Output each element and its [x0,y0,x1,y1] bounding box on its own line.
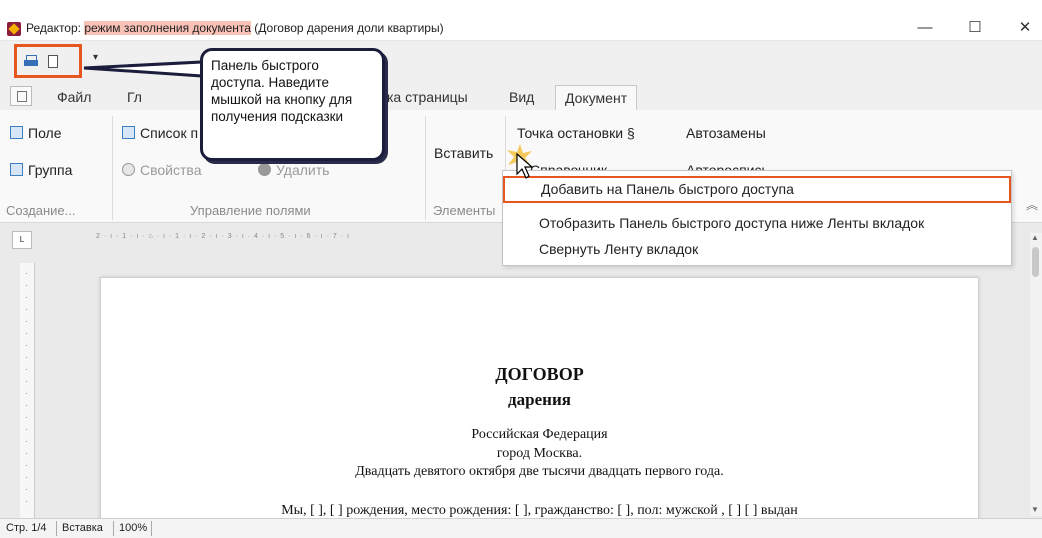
properties-button[interactable]: Свойства [122,162,201,178]
group-icon [10,163,23,176]
tab-home[interactable]: Гл [118,85,151,110]
callout-pointer [83,60,204,78]
group-separator [112,116,113,220]
breakpoint-button[interactable]: Точка остановки § [517,125,635,141]
ribbon-tabs: Файл Гл ка страницы Вид Документ [0,80,1042,112]
vertical-scrollbar[interactable]: ▲ ▼ [1030,233,1042,516]
minimize-button[interactable]: — [905,16,945,40]
tab-stop-selector[interactable]: L [12,231,32,249]
group-label-manage-fields: Управление полями [190,203,311,218]
group-button[interactable]: Группа [10,162,72,178]
document-area: L 2 · ı · 1 · ı · ⌂ · ı · 1 · ı · 2 · ı … [0,223,1042,524]
document-line: Двадцать девятого октября две тысячи два… [355,464,724,479]
tab-page-layout[interactable]: ка страницы [378,85,477,110]
document-line: Мы, [ ], [ ] рождения, место рождения: [… [281,503,798,518]
autoreplace-button[interactable]: Автозамены [686,125,766,141]
delete-icon [258,163,271,176]
status-mode[interactable]: Вставка [62,522,103,534]
app-menu-button[interactable] [10,86,32,106]
help-callout: Панель быстрого доступа. Наведите мышкой… [200,48,385,161]
document-line: город Москва. [496,446,583,461]
window-title: Редактор: режим заполнения документа (До… [26,21,444,35]
properties-label: Свойства [140,162,202,178]
tab-document[interactable]: Документ [555,85,638,112]
mouse-cursor-icon [507,144,533,179]
maximize-button[interactable]: ☐ [955,16,995,40]
menu-item-show-qat-below[interactable]: Отобразить Панель быстрого доступа ниже … [503,210,1011,236]
context-menu: Добавить на Панель быстрого доступа Отоб… [502,170,1012,266]
title-prefix: Редактор: [26,21,85,35]
group-label-elements: Элементы [433,203,496,218]
horizontal-ruler[interactable]: 2 · ı · 1 · ı · ⌂ · ı · 1 · ı · 2 · ı · … [96,233,506,249]
title-mode: режим заполнения документа [84,21,251,35]
scrollbar-thumb[interactable] [1032,247,1039,277]
field-icon [10,126,23,139]
group-label-create: Создание... [6,203,76,218]
delete-button[interactable]: Удалить [258,162,329,178]
vertical-ruler [20,263,35,518]
field-label: Поле [28,125,62,141]
document-line: Российская Федерация [471,427,608,442]
scroll-up-icon[interactable]: ▲ [1031,233,1039,242]
field-list-label: Список п [140,125,199,141]
group-label: Группа [28,162,73,178]
delete-label: Удалить [276,162,330,178]
scroll-down-icon[interactable]: ▼ [1031,505,1039,514]
status-separator [151,521,152,536]
status-separator [113,521,114,536]
menu-item-add-to-qat[interactable]: Добавить на Панель быстрого доступа [503,176,1011,203]
list-icon [122,126,135,139]
close-button[interactable]: ✕ [1005,16,1042,40]
insert-button[interactable]: Вставить [434,145,493,161]
document-subtitle: дарения [508,390,571,409]
field-list-button[interactable]: Список п [122,125,198,141]
title-bar: Редактор: режим заполнения документа (До… [0,0,1042,41]
menu-item-collapse-ribbon[interactable]: Свернуть Ленту вкладок [503,236,1011,262]
app-logo-icon [7,22,21,36]
document-icon[interactable] [48,55,58,68]
group-separator [425,116,426,220]
field-button[interactable]: Поле [10,125,62,141]
status-bar: Стр. 1/4 Вставка 100% [0,518,1042,538]
print-icon[interactable] [24,55,38,67]
properties-icon [122,163,135,176]
status-zoom[interactable]: 100% [119,522,147,534]
status-page: Стр. 1/4 [6,522,47,534]
document-page[interactable]: ДОГОВОР дарения Российская Федерация гор… [100,277,979,524]
tab-view[interactable]: Вид [500,85,543,110]
status-separator [56,521,57,536]
tab-file[interactable]: Файл [48,85,100,110]
document-title: ДОГОВОР [495,364,584,384]
collapse-ribbon-icon[interactable]: ︽ [1026,196,1038,213]
title-document: (Договор дарения доли квартиры) [250,21,444,35]
